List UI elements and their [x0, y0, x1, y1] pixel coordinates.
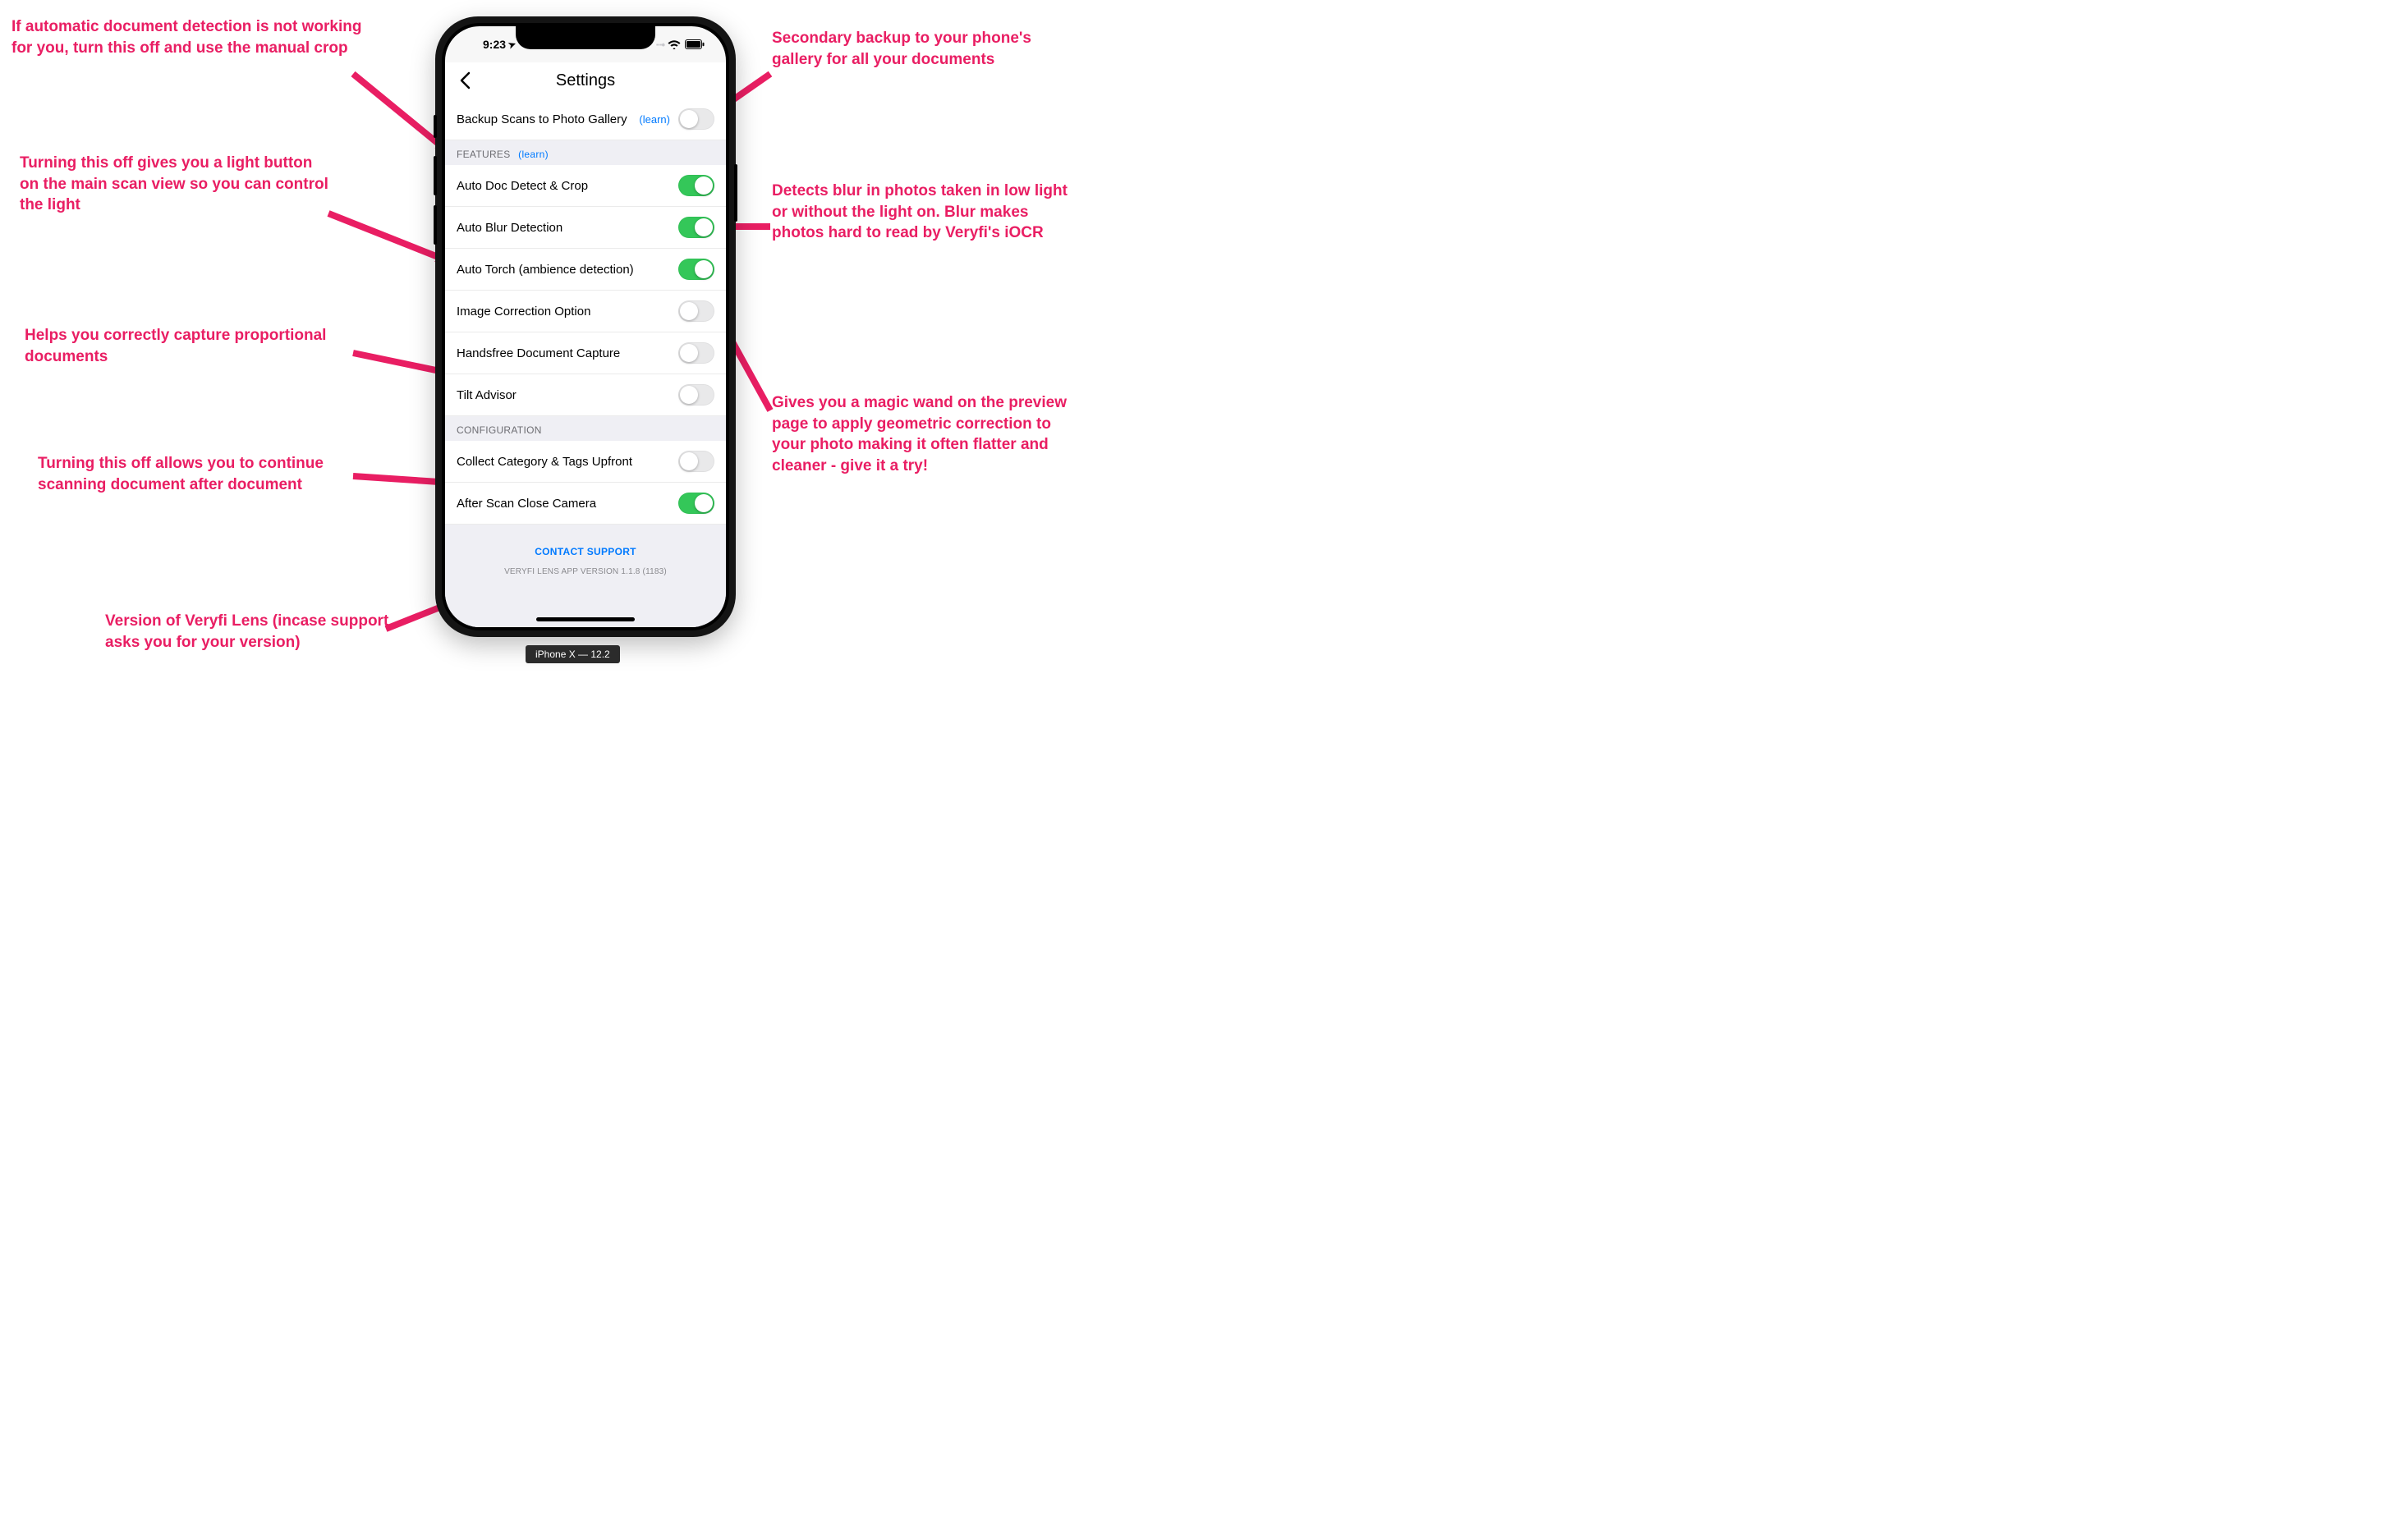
row-label: Handsfree Document Capture	[457, 346, 678, 360]
section-features: FEATURES (learn)	[445, 140, 726, 165]
toggle-auto-torch[interactable]	[678, 259, 714, 280]
annotation-auto-doc: If automatic document detection is not w…	[11, 16, 365, 58]
toggle-handsfree-capture[interactable]	[678, 342, 714, 364]
row-tilt-advisor[interactable]: Tilt Advisor	[445, 374, 726, 416]
status-time: 9:23	[483, 38, 506, 51]
annotation-blur: Detects blur in photos taken in low ligh…	[772, 181, 1068, 244]
home-indicator[interactable]	[536, 617, 635, 621]
chevron-left-icon	[459, 71, 471, 89]
row-label: Backup Scans to Photo Gallery	[457, 112, 639, 126]
annotation-tilt: Helps you correctly capture proportional…	[25, 325, 353, 367]
section-title: FEATURES	[457, 149, 511, 160]
toggle-after-scan-close[interactable]	[678, 493, 714, 514]
settings-list: Backup Scans to Photo Gallery (learn) FE…	[445, 99, 726, 627]
contact-support-link[interactable]: CONTACT SUPPORT	[453, 546, 718, 557]
toggle-auto-doc-detect[interactable]	[678, 175, 714, 196]
annotation-after-scan: Turning this off allows you to continue …	[38, 453, 366, 495]
phone-notch	[516, 26, 655, 49]
nav-bar: Settings	[445, 62, 726, 99]
cellular-icon: ···•	[655, 39, 663, 51]
page-title: Settings	[556, 71, 615, 90]
annotated-screenshot: If automatic document detection is not w…	[0, 0, 1203, 770]
section-configuration: CONFIGURATION	[445, 416, 726, 441]
back-button[interactable]	[452, 67, 478, 94]
annotation-image-correction: Gives you a magic wand on the preview pa…	[772, 392, 1068, 477]
row-image-correction[interactable]: Image Correction Option	[445, 291, 726, 332]
row-label: Auto Doc Detect & Crop	[457, 179, 678, 193]
row-label: Auto Blur Detection	[457, 221, 678, 235]
learn-link[interactable]: (learn)	[639, 113, 670, 126]
row-label: Auto Torch (ambience detection)	[457, 263, 678, 277]
row-label: Tilt Advisor	[457, 388, 678, 402]
phone-screen: 9:23 ➤ ···• Settings	[445, 26, 726, 627]
location-icon: ➤	[507, 38, 517, 50]
toggle-auto-blur[interactable]	[678, 217, 714, 238]
toggle-collect-category[interactable]	[678, 451, 714, 472]
annotation-version: Version of Veryfi Lens (incase support a…	[105, 611, 401, 653]
row-auto-blur[interactable]: Auto Blur Detection	[445, 207, 726, 249]
annotation-backup: Secondary backup to your phone's gallery…	[772, 28, 1043, 70]
footer: CONTACT SUPPORT VERYFI LENS APP VERSION …	[445, 525, 726, 584]
row-label: Image Correction Option	[457, 305, 678, 319]
toggle-tilt-advisor[interactable]	[678, 384, 714, 406]
wifi-icon	[668, 39, 681, 49]
row-backup-scans[interactable]: Backup Scans to Photo Gallery (learn)	[445, 99, 726, 140]
toggle-image-correction[interactable]	[678, 300, 714, 322]
row-auto-doc-detect[interactable]: Auto Doc Detect & Crop	[445, 165, 726, 207]
row-label: Collect Category & Tags Upfront	[457, 455, 678, 469]
annotation-auto-torch: Turning this off gives you a light butto…	[20, 153, 332, 216]
toggle-backup-scans[interactable]	[678, 108, 714, 130]
app-version-label: VERYFI LENS APP VERSION 1.1.8 (1183)	[453, 567, 718, 576]
row-collect-category[interactable]: Collect Category & Tags Upfront	[445, 441, 726, 483]
row-auto-torch[interactable]: Auto Torch (ambience detection)	[445, 249, 726, 291]
row-label: After Scan Close Camera	[457, 497, 678, 511]
device-label: iPhone X — 12.2	[526, 645, 620, 663]
battery-icon	[685, 39, 705, 49]
phone-frame: 9:23 ➤ ···• Settings	[435, 16, 736, 637]
learn-link[interactable]: (learn)	[518, 149, 549, 160]
row-handsfree-capture[interactable]: Handsfree Document Capture	[445, 332, 726, 374]
section-title: CONFIGURATION	[457, 424, 542, 436]
row-after-scan-close[interactable]: After Scan Close Camera	[445, 483, 726, 525]
